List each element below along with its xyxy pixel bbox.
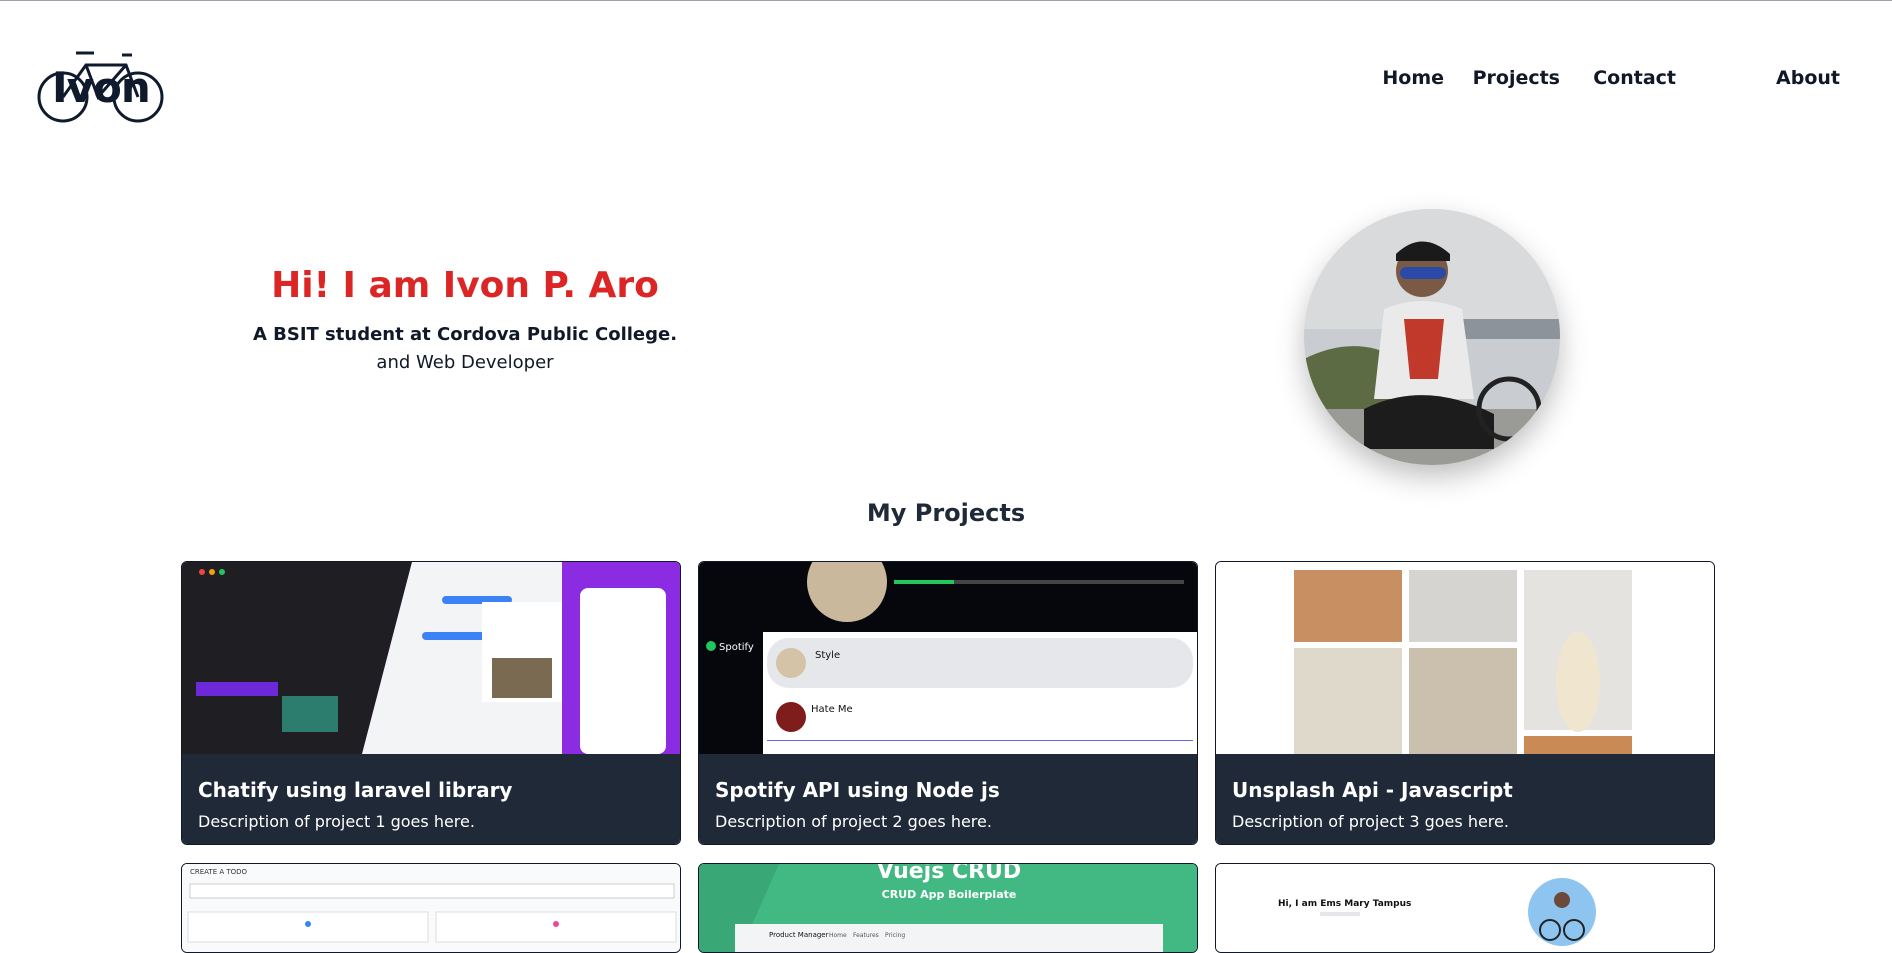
nav-home[interactable]: Home bbox=[1382, 67, 1444, 89]
project-card-body: Unsplash Api - Javascript Description of… bbox=[1216, 754, 1714, 844]
project-thumbnail: Vuejs CRUD CRUD App Boilerplate Product … bbox=[699, 864, 1197, 952]
profile-photo bbox=[1304, 209, 1560, 465]
song-title: Style bbox=[815, 650, 840, 661]
project-card-body: Spotify API using Node js Description of… bbox=[699, 754, 1197, 844]
nav-contact[interactable]: Contact bbox=[1593, 67, 1676, 89]
project-title: Spotify API using Node js bbox=[715, 778, 1000, 802]
project-card[interactable]: Vuejs CRUD CRUD App Boilerplate Product … bbox=[698, 863, 1198, 953]
site-logo[interactable]: Ivon bbox=[36, 43, 166, 123]
project-card[interactable]: CREATE A TODO bbox=[181, 863, 681, 953]
hero-subtitle: A BSIT student at Cordova Public College… bbox=[252, 324, 678, 345]
project-card[interactable]: Unsplash Api - Javascript Description of… bbox=[1215, 561, 1715, 845]
nav-about[interactable]: About bbox=[1776, 67, 1840, 89]
project-card[interactable]: Spotify Style Hate Me Spotify API using … bbox=[698, 561, 1198, 845]
spotify-brand: Spotify bbox=[719, 642, 754, 653]
project-card[interactable]: Chatify using laravel library Descriptio… bbox=[181, 561, 681, 845]
preview-subtitle: CRUD App Boilerplate bbox=[882, 888, 1017, 901]
project-thumbnail: Spotify Style Hate Me bbox=[699, 562, 1197, 754]
project-thumbnail: Hi, I am Ems Mary Tampus bbox=[1216, 864, 1714, 952]
project-card[interactable]: Hi, I am Ems Mary Tampus bbox=[1215, 863, 1715, 953]
project-description: Description of project 2 goes here. bbox=[715, 812, 992, 831]
preview-title: Vuejs CRUD bbox=[877, 864, 1021, 884]
project-thumbnail: CREATE A TODO bbox=[182, 864, 680, 952]
project-description: Description of project 3 goes here. bbox=[1232, 812, 1509, 831]
preview-menu-item: Pricing bbox=[885, 932, 905, 939]
projects-heading: My Projects bbox=[866, 499, 1026, 527]
hero-role: and Web Developer bbox=[376, 352, 554, 373]
preview-menu-item: Product Manager bbox=[769, 931, 829, 939]
preview-menu-item: Home bbox=[829, 932, 847, 939]
project-thumbnail bbox=[182, 562, 680, 754]
project-title: Chatify using laravel library bbox=[198, 778, 513, 802]
project-description: Description of project 1 goes here. bbox=[198, 812, 475, 831]
project-card-body: Chatify using laravel library Descriptio… bbox=[182, 754, 680, 844]
song-title: Hate Me bbox=[811, 704, 853, 715]
logo-text: Ivon bbox=[52, 63, 151, 112]
nav-projects[interactable]: Projects bbox=[1473, 67, 1560, 89]
project-thumbnail bbox=[1216, 562, 1714, 754]
preview-menu-item: Features bbox=[853, 932, 879, 939]
preview-label: CREATE A TODO bbox=[190, 868, 248, 876]
project-title: Unsplash Api - Javascript bbox=[1232, 778, 1513, 802]
preview-heading: Hi, I am Ems Mary Tampus bbox=[1278, 899, 1411, 909]
hero-title: Hi! I am Ivon P. Aro bbox=[271, 265, 659, 306]
